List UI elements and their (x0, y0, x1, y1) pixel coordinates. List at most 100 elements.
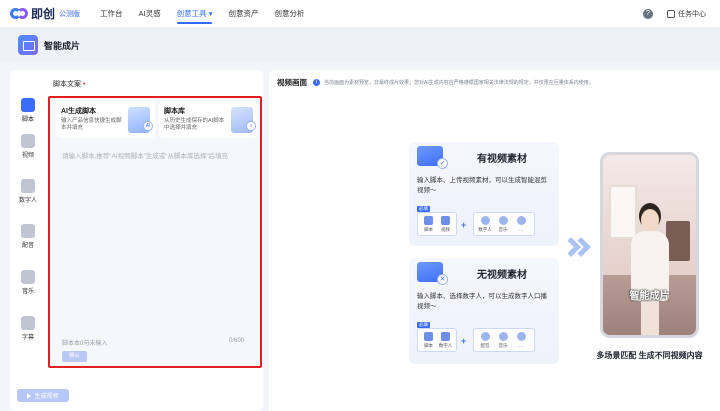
script-library-card[interactable]: 脚本库 从历史生成保存的AI脚本中选择并填充 ⌕ (159, 102, 258, 138)
required-group: 脚本 数字人 (417, 328, 457, 352)
plus-icon: + (461, 220, 467, 230)
preview-note: 当前画面为素材预览，非最终成片效果；您对AI生成内容应严格遵循国家相关法律法规的… (324, 80, 594, 86)
video-folder-icon: ✓ (417, 146, 448, 169)
search-icon: ⌕ (246, 121, 256, 131)
scenario-card-with-video: ✓ 有视频素材 输入脚本、上传视频素材，可以生成智能混剪视频～ 必填 脚本 视频… (409, 142, 559, 246)
rail-label: 音乐 (21, 289, 34, 295)
script-section-label: 脚本文案 • (53, 79, 85, 89)
nav-creative-assets[interactable]: 创意资产 (228, 0, 258, 28)
rail-item-script[interactable]: 脚本 (10, 92, 46, 132)
more-icon (516, 216, 526, 225)
subtitle-icon (21, 316, 35, 330)
required-group: 脚本 视频 (417, 212, 457, 236)
cabinet-image (666, 221, 690, 261)
side-rail: 脚本 视频 数字人 配音 音乐 字幕 (10, 70, 46, 370)
smart-video-icon (18, 35, 38, 55)
required-mark: • (83, 81, 86, 88)
tagline: 多场景匹配 生成不同视频内容 (596, 351, 703, 360)
rail-label: 数字人 (18, 198, 37, 204)
generate-video-label: 生成视频 (34, 394, 59, 400)
script-icon (21, 98, 35, 112)
script-input-area: AI生成脚本 输入产品信息快捷生成脚本并填充 AI 脚本库 从历史生成保存的AI… (48, 96, 262, 368)
plus-icon: + (461, 336, 467, 346)
preview-title: 视频画面 (277, 78, 307, 87)
info-icon: i (313, 79, 320, 86)
chip-label: 脚本 (424, 226, 433, 232)
video-icon (441, 215, 450, 225)
chip-label: 脚本 (424, 342, 433, 348)
window-image (609, 185, 637, 239)
ai-badge-icon: AI (143, 121, 153, 131)
scenario-desc: 输入脚本、上传视频素材，可以生成智能混剪视频～ (417, 177, 547, 194)
char-count: 0/600 (228, 338, 244, 344)
scenario-card-without-video: ✕ 无视频素材 输入脚本、选择数字人，可以生成数字人口播视频～ 必填 脚本 数字… (409, 258, 559, 364)
task-list-icon (667, 10, 675, 18)
avatar (641, 209, 659, 231)
confirm-button[interactable]: 确认 (62, 351, 87, 362)
nav-ai-inspiration[interactable]: AI灵感 (139, 0, 161, 28)
page-title: 智能成片 (44, 40, 81, 51)
rail-item-music[interactable]: 音乐 (10, 264, 46, 304)
script-icon (424, 331, 433, 341)
requirement-chips: 必填 脚本 视频 + 数字人 音乐 … (417, 206, 549, 238)
rail-label: 视频 (21, 153, 34, 159)
sentence-count: 脚本本0句未输入 (62, 341, 108, 347)
folder-icon: ⌕ (231, 107, 256, 133)
requirement-chips: 必填 脚本 数字人 + 配音 音乐 … (417, 322, 549, 354)
rail-item-subtitle[interactable]: 字幕 (10, 310, 46, 350)
task-center-button[interactable]: 任务中心 (667, 9, 706, 19)
chip-label: … (518, 227, 524, 232)
rail-label: 配音 (21, 243, 34, 249)
nav-creative-analysis[interactable]: 创意分析 (274, 0, 304, 28)
avatar-legs (641, 299, 659, 335)
top-navigation-bar: 即创 公测版 工作台 AI灵感 创意工具 ▾ 创意资产 创意分析 ? 任务中心 (0, 0, 720, 28)
ai-script-card[interactable]: AI生成脚本 输入产品信息快捷生成脚本并填充 AI (56, 102, 155, 138)
video-icon (21, 134, 35, 148)
arrow-right-icon (561, 237, 594, 262)
optional-group: 数字人 音乐 … (473, 212, 535, 236)
rail-item-digital-human[interactable]: 数字人 (10, 173, 46, 213)
chip-label: 数字人 (478, 226, 492, 232)
music-icon (498, 331, 508, 341)
script-icon (424, 215, 433, 225)
card-desc: 输入产品信息快捷生成脚本并填充 (61, 118, 122, 131)
rail-item-video[interactable]: 视频 (10, 128, 46, 168)
logo-text: 即创 (31, 7, 56, 21)
music-icon (498, 215, 508, 225)
scenario-title: 无视频素材 (477, 270, 527, 281)
rail-item-dubbing[interactable]: 配音 (10, 218, 46, 258)
phone-preview: 智能成片 (600, 152, 699, 338)
card-desc: 从历史生成保存的AI脚本中选择并填充 (164, 118, 225, 131)
generate-video-button[interactable]: 生成视频 (17, 389, 69, 402)
script-textarea[interactable]: 请输入脚本,推荐“AI视频脚本”生成或“从脚本库选择”后填充 (62, 150, 228, 160)
beta-badge: 公测版 (59, 10, 81, 18)
logo[interactable]: 即创 公测版 (10, 5, 80, 22)
digital-human-icon (480, 215, 490, 225)
preview-panel: 视频画面 i 当前画面为素材预览，非最终成片效果；您对AI生成内容应严格遵循国家… (269, 70, 720, 411)
script-label-text: 脚本文案 (53, 81, 81, 88)
chip-label: 数字人 (438, 342, 453, 348)
phone-caption: 智能成片 (629, 291, 670, 302)
chip-label: 配音 (480, 342, 490, 348)
chip-label: 音乐 (498, 342, 508, 348)
optional-group: 配音 音乐 … (473, 328, 535, 352)
chip-label: 音乐 (498, 226, 508, 232)
chevron-down-icon: ▾ (208, 8, 213, 18)
rail-label: 字幕 (21, 335, 34, 341)
music-icon (21, 270, 35, 284)
chip-label: … (518, 343, 524, 348)
play-icon (27, 392, 32, 399)
scenario-title: 有视频素材 (477, 154, 527, 165)
chip-label: 视频 (441, 226, 450, 232)
video-folder-icon: ✕ (417, 262, 448, 285)
more-icon (516, 332, 526, 341)
help-icon[interactable]: ? (643, 9, 653, 19)
close-icon: ✕ (437, 274, 448, 285)
nav-creative-tools-label: 创意工具 (176, 8, 207, 18)
nav-creative-tools[interactable]: 创意工具 ▾ (176, 0, 213, 28)
page-header: 智能成片 (0, 28, 720, 62)
dubbing-icon (21, 224, 35, 238)
nav-workbench[interactable]: 工作台 (100, 0, 123, 28)
scenario-desc: 输入脚本、选择数字人，可以生成数字人口播视频～ (417, 293, 547, 310)
dubbing-icon (480, 331, 490, 341)
